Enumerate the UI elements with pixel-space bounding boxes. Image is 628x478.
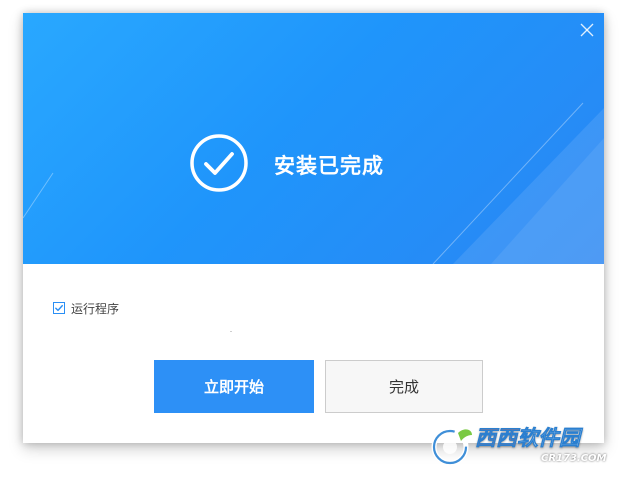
checkmark-icon <box>55 304 64 312</box>
banner-decoration <box>23 102 604 264</box>
watermark: 西西软件园 CR173.COM <box>428 419 628 474</box>
check-circle-icon <box>190 134 248 192</box>
page: 安装已完成 运行程序 立即开始 完成 西西软件园 CR173.COM <box>0 0 628 478</box>
watermark-title: 西西软件园 <box>475 422 581 452</box>
watermark-title-part1: 西西 <box>475 426 518 451</box>
run-program-checkbox[interactable] <box>53 302 65 314</box>
watermark-title-part2: 软件园 <box>517 426 581 451</box>
finish-button[interactable]: 完成 <box>325 360 483 413</box>
install-complete-title: 安装已完成 <box>274 154 384 178</box>
run-program-label: 运行程序 <box>71 301 120 316</box>
run-program-option[interactable]: 运行程序 <box>53 300 119 316</box>
header-banner: 安装已完成 <box>23 13 604 264</box>
watermark-url: CR173.COM <box>541 453 607 464</box>
installer-window: 安装已完成 运行程序 立即开始 完成 <box>23 13 604 443</box>
close-icon[interactable] <box>578 21 596 39</box>
watermark-logo-icon <box>431 428 472 466</box>
close-button[interactable] <box>578 21 596 39</box>
start-now-button[interactable]: 立即开始 <box>154 360 314 413</box>
banner-line-left <box>23 172 54 219</box>
divider-dot <box>230 331 232 332</box>
